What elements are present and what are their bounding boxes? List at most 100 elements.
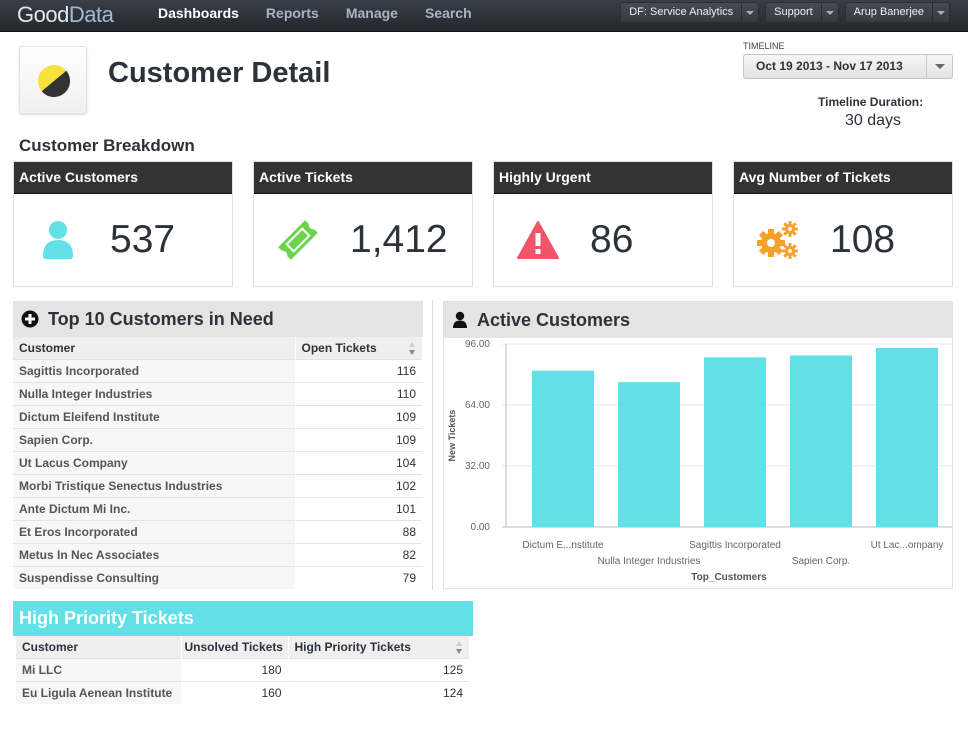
panel-header: Top 10 Customers in Need xyxy=(13,301,423,337)
kpi-title: Active Tickets xyxy=(254,162,472,194)
cell-customer[interactable]: Morbi Tristique Senectus Industries xyxy=(13,473,296,497)
nav-dashboards[interactable]: Dashboards xyxy=(158,5,239,21)
chevron-down-icon[interactable] xyxy=(932,3,949,22)
column-header-customer[interactable]: Customer xyxy=(13,337,296,359)
sort-icon[interactable] xyxy=(409,342,416,355)
top10-customers-panel: Top 10 Customers in Need Customer Open T… xyxy=(13,301,423,589)
gooddata-logo[interactable]: GoodData xyxy=(17,2,114,28)
chart-bars xyxy=(532,347,938,527)
section-title: Customer Breakdown xyxy=(19,136,195,155)
active-customers-chart-panel: Active Customers 0.00 32.00 64.00 96.00 Dic… xyxy=(443,301,953,589)
x-tick-label: Dictum E...nstitute xyxy=(522,540,604,551)
cell-value: 124 xyxy=(288,680,470,704)
column-header-open-tickets[interactable]: Open Tickets xyxy=(295,337,423,359)
cell-customer[interactable]: Nulla Integer Industries xyxy=(13,381,296,405)
table-row[interactable]: Nulla Integer Industries 110 xyxy=(13,381,423,405)
high-priority-table: Customer Unsolved Tickets High Priority … xyxy=(16,636,470,704)
column-header-customer[interactable]: Customer xyxy=(16,636,182,658)
logo-text-data: Data xyxy=(68,2,114,27)
warning-icon xyxy=(517,221,559,259)
kpi-active-customers: Active Customers 537 xyxy=(13,161,233,287)
cell-customer[interactable]: Dictum Eleifend Institute xyxy=(13,404,296,428)
nav-search[interactable]: Search xyxy=(425,5,472,21)
main-nav: Dashboards Reports Manage Search xyxy=(158,5,499,21)
y-tick-label: 0.00 xyxy=(471,522,491,533)
bar[interactable] xyxy=(790,355,852,527)
cell-customer[interactable]: Et Eros Incorporated xyxy=(13,519,296,543)
timeline-select[interactable]: Oct 19 2013 - Nov 17 2013 xyxy=(743,54,953,79)
cell-value: 88 xyxy=(295,519,423,543)
user-icon xyxy=(43,221,73,259)
bar[interactable] xyxy=(618,382,680,527)
cell-customer[interactable]: Mi LLC xyxy=(16,657,182,681)
kpi-title: Active Customers xyxy=(14,162,232,194)
cell-value: 101 xyxy=(295,496,423,520)
table-row[interactable]: Et Eros Incorporated 88 xyxy=(13,519,423,543)
x-axis-label: Top_Customers xyxy=(691,572,767,583)
bar[interactable] xyxy=(532,370,594,527)
cell-customer[interactable]: Suspendisse Consulting xyxy=(13,565,296,589)
chevron-down-icon[interactable] xyxy=(820,3,838,22)
chevron-down-icon[interactable] xyxy=(926,55,952,78)
support-menu-button[interactable]: Support xyxy=(765,2,839,23)
project-label: DF: Service Analytics xyxy=(629,6,734,18)
nav-manage[interactable]: Manage xyxy=(346,5,398,21)
cell-value: 104 xyxy=(295,450,423,474)
cell-value: 180 xyxy=(181,657,289,681)
cell-value: 79 xyxy=(295,565,423,589)
table-row[interactable]: Suspendisse Consulting 79 xyxy=(13,565,423,589)
cell-customer[interactable]: Eu Ligula Aenean Institute xyxy=(16,680,182,704)
y-axis-label: New Tickets xyxy=(447,410,457,462)
table-row[interactable]: Eu Ligula Aenean Institute 160 124 xyxy=(16,680,470,704)
table-row[interactable]: Mi LLC 180 125 xyxy=(16,657,470,681)
cell-value: 125 xyxy=(288,657,470,681)
y-tick-label: 32.00 xyxy=(465,461,490,472)
sort-icon[interactable] xyxy=(456,641,463,654)
table-row[interactable]: Morbi Tristique Senectus Industries 102 xyxy=(13,473,423,497)
table-row[interactable]: Ante Dictum Mi Inc. 101 xyxy=(13,496,423,520)
cell-value: 109 xyxy=(295,404,423,428)
bar[interactable] xyxy=(876,347,938,527)
half-circle-logo-icon xyxy=(38,65,71,98)
cell-value: 109 xyxy=(295,427,423,451)
timeline-duration-label: Timeline Duration: xyxy=(818,95,924,109)
gears-icon xyxy=(757,221,798,259)
column-header-unsolved-tickets[interactable]: Unsolved Tickets xyxy=(181,636,289,658)
column-header-label: High Priority Tickets xyxy=(294,639,411,654)
cell-customer[interactable]: Ante Dictum Mi Inc. xyxy=(13,496,296,520)
table-row[interactable]: Metus In Nec Associates 82 xyxy=(13,542,423,566)
panel-divider xyxy=(432,300,433,590)
nav-reports[interactable]: Reports xyxy=(266,5,319,21)
cell-customer[interactable]: Ut Lacus Company xyxy=(13,450,296,474)
high-priority-table-body: Mi LLC 180 125 Eu Ligula Aenean Institute 16… xyxy=(16,657,470,704)
user-name: Arup Banerjee xyxy=(853,6,924,18)
table-row[interactable]: Dictum Eleifend Institute 109 xyxy=(13,404,423,428)
cell-customer[interactable]: Metus In Nec Associates xyxy=(13,542,296,566)
plus-circle-icon[interactable] xyxy=(21,310,39,328)
cell-customer[interactable]: Sagittis Incorporated xyxy=(13,358,296,382)
kpi-value: 108 xyxy=(830,218,896,261)
table-row[interactable]: Sapien Corp. 109 xyxy=(13,427,423,451)
table-row[interactable]: Ut Lacus Company 104 xyxy=(13,450,423,474)
bar[interactable] xyxy=(704,357,766,527)
top-buttons: DF: Service Analytics Support Arup Baner… xyxy=(620,2,950,23)
user-menu-button[interactable]: Arup Banerjee xyxy=(844,2,950,23)
chevron-down-icon[interactable] xyxy=(741,3,758,22)
timeline-duration-value: 30 days xyxy=(845,112,902,129)
project-menu-button[interactable]: DF: Service Analytics xyxy=(620,2,760,23)
column-header-high-priority-tickets[interactable]: High Priority Tickets xyxy=(288,636,470,658)
x-tick-label: Sapien Corp. xyxy=(792,556,850,567)
timeline-value: Oct 19 2013 - Nov 17 2013 xyxy=(756,59,903,73)
kpi-active-tickets: Active Tickets 1,412 xyxy=(253,161,473,287)
panel-header: Active Customers xyxy=(444,302,952,338)
cell-customer[interactable]: Sapien Corp. xyxy=(13,427,296,451)
kpi-highly-urgent: Highly Urgent 86 xyxy=(493,161,713,287)
cell-value: 160 xyxy=(181,680,289,704)
table-row[interactable]: Sagittis Incorporated 116 xyxy=(13,358,423,382)
user-icon xyxy=(453,311,467,328)
cell-value: 82 xyxy=(295,542,423,566)
high-priority-tickets-panel: High Priority Tickets Customer Unsolved … xyxy=(13,601,473,704)
kpi-value: 1,412 xyxy=(350,218,448,261)
page-title: Customer Detail xyxy=(108,57,331,89)
cell-value: 116 xyxy=(295,358,423,382)
